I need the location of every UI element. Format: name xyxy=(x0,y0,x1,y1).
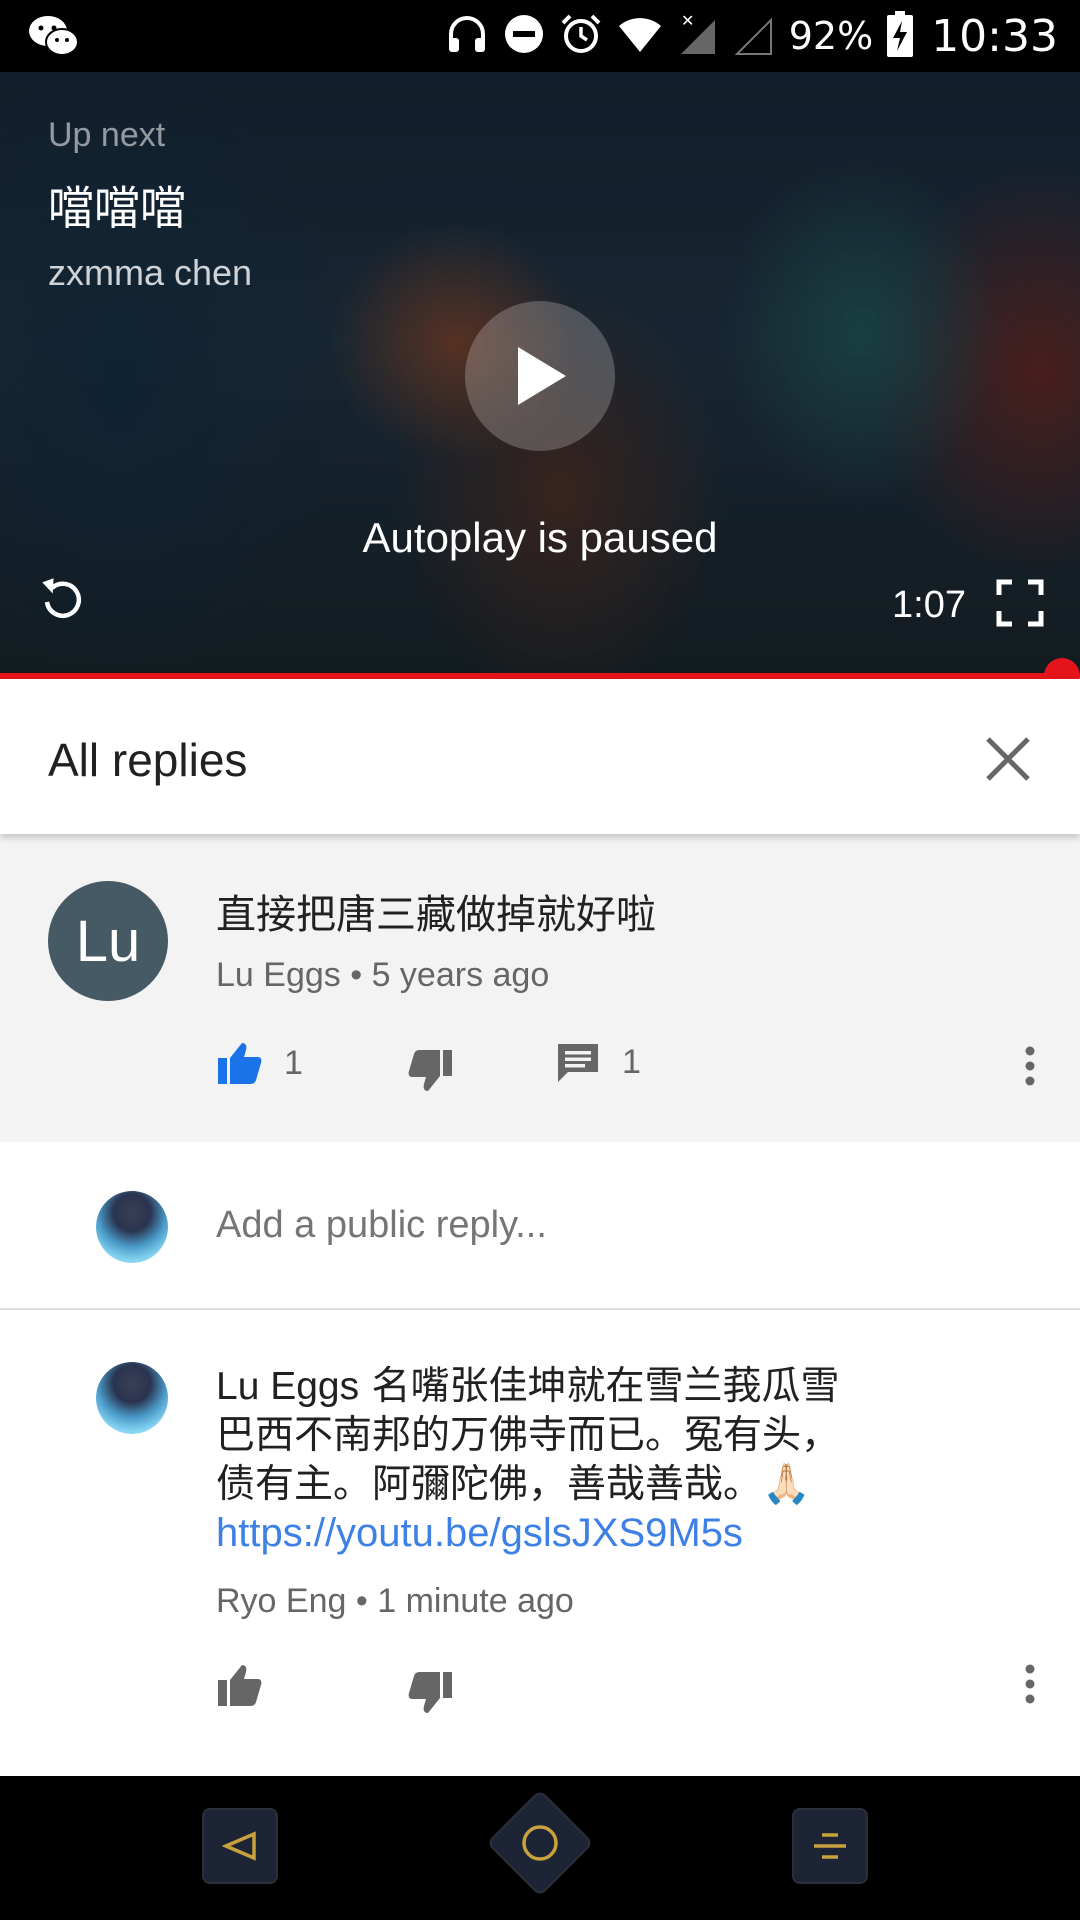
replay-icon xyxy=(42,578,82,619)
comment-author[interactable]: Lu Eggs xyxy=(216,956,341,994)
comment-actions: 1 1 xyxy=(216,1040,1036,1100)
comment-time: 5 years ago xyxy=(371,956,550,994)
alarm-icon xyxy=(559,12,603,61)
replay-button[interactable] xyxy=(38,574,86,627)
fullscreen-button[interactable] xyxy=(996,579,1044,632)
dislike-button[interactable] xyxy=(408,1670,454,1716)
reply-count-button[interactable]: 1 xyxy=(556,1040,641,1084)
meta-separator: • xyxy=(355,1582,378,1620)
replies-header: All replies xyxy=(0,679,1080,834)
comment-time: 1 minute ago xyxy=(377,1582,574,1620)
user-avatar xyxy=(96,1191,168,1263)
signal-empty-icon xyxy=(733,12,775,61)
do-not-disturb-icon xyxy=(503,13,545,60)
comment-text: Lu Eggs 名嘴张佳坤就在雪兰莪瓜雪 巴西不南邦的万佛寺而已。冤有头， 债有… xyxy=(216,1362,906,1558)
navigation-bar xyxy=(0,1776,1080,1920)
svg-text:✕: ✕ xyxy=(681,12,694,30)
thumbs-down-icon xyxy=(408,1050,452,1091)
comment-actions xyxy=(216,1664,1036,1730)
battery-charging-icon xyxy=(887,10,914,62)
close-icon xyxy=(986,737,1030,781)
comment-author[interactable]: Ryo Eng xyxy=(216,1582,346,1620)
recents-button[interactable] xyxy=(792,1808,868,1884)
comment-line-2: 巴西不南邦的万佛寺而已。冤有头， xyxy=(216,1413,841,1458)
dislike-button[interactable] xyxy=(408,1048,454,1094)
comment-meta: Lu Eggs • 5 years ago xyxy=(216,956,549,995)
fullscreen-icon xyxy=(996,579,1044,627)
signal-icon: ✕ xyxy=(677,11,719,61)
up-next-title[interactable]: 噹噹噹 xyxy=(48,172,186,238)
comment-line-1: 名嘴张佳坤就在雪兰莪瓜雪 xyxy=(371,1364,840,1409)
clock: 10:33 xyxy=(931,10,1058,62)
comment-text: 直接把唐三藏做掉就好啦 xyxy=(216,892,656,938)
reply-input[interactable] xyxy=(216,1204,705,1247)
more-vert-icon xyxy=(1025,1664,1035,1704)
add-reply-row xyxy=(0,1142,1080,1310)
more-options-button[interactable] xyxy=(1024,1664,1036,1709)
avatar[interactable]: Lu xyxy=(48,881,168,1001)
video-duration: 1:07 xyxy=(892,584,966,626)
comment-line-3: 债有主。阿彌陀佛，善哉善哉。🙏🏻 xyxy=(216,1462,811,1507)
recents-icon xyxy=(814,1833,846,1859)
comment-link[interactable]: https://youtu.be/gslsJXS9M5s xyxy=(216,1509,906,1558)
like-button[interactable]: 1 xyxy=(216,1040,303,1086)
replies-title: All replies xyxy=(48,734,248,786)
headphones-icon xyxy=(445,12,489,61)
battery-percent: 92% xyxy=(788,14,874,58)
home-icon xyxy=(520,1823,560,1863)
autoplay-status: Autoplay is paused xyxy=(362,514,718,561)
reply-count: 1 xyxy=(622,1042,641,1081)
like-count: 1 xyxy=(284,1043,303,1082)
up-next-channel[interactable]: zxmma chen xyxy=(48,252,252,294)
wechat-icon xyxy=(28,14,80,63)
close-button[interactable] xyxy=(980,731,1036,787)
thumbs-down-icon xyxy=(408,1672,452,1713)
comment-icon xyxy=(558,1044,598,1082)
mention[interactable]: Lu Eggs xyxy=(216,1365,359,1408)
back-icon xyxy=(222,1831,256,1861)
more-vert-icon xyxy=(1025,1046,1035,1086)
like-button[interactable] xyxy=(216,1662,262,1708)
play-button[interactable] xyxy=(465,301,615,451)
status-bar: ✕ 92% 10:33 xyxy=(0,0,1080,72)
comment-line: Lu Eggs 名嘴张佳坤就在雪兰莪瓜雪 xyxy=(216,1362,906,1411)
video-player[interactable]: Up next 噹噹噹 zxmma chen Autoplay is pause… xyxy=(0,72,1080,677)
thumbs-up-icon xyxy=(218,1665,262,1706)
comment-meta: Ryo Eng • 1 minute ago xyxy=(216,1582,574,1621)
meta-separator: • xyxy=(350,956,372,994)
parent-comment: Lu 直接把唐三藏做掉就好啦 Lu Eggs • 5 years ago 1 1 xyxy=(0,834,1080,1142)
up-next-label: Up next xyxy=(48,116,166,154)
wifi-icon xyxy=(617,14,663,59)
reply-comment: Lu Eggs 名嘴张佳坤就在雪兰莪瓜雪 巴西不南邦的万佛寺而已。冤有头， 债有… xyxy=(0,1310,1080,1776)
avatar[interactable] xyxy=(96,1362,168,1434)
play-icon xyxy=(518,347,566,405)
thumbs-up-icon xyxy=(218,1043,262,1084)
back-button[interactable] xyxy=(202,1808,278,1884)
more-options-button[interactable] xyxy=(1024,1046,1036,1091)
